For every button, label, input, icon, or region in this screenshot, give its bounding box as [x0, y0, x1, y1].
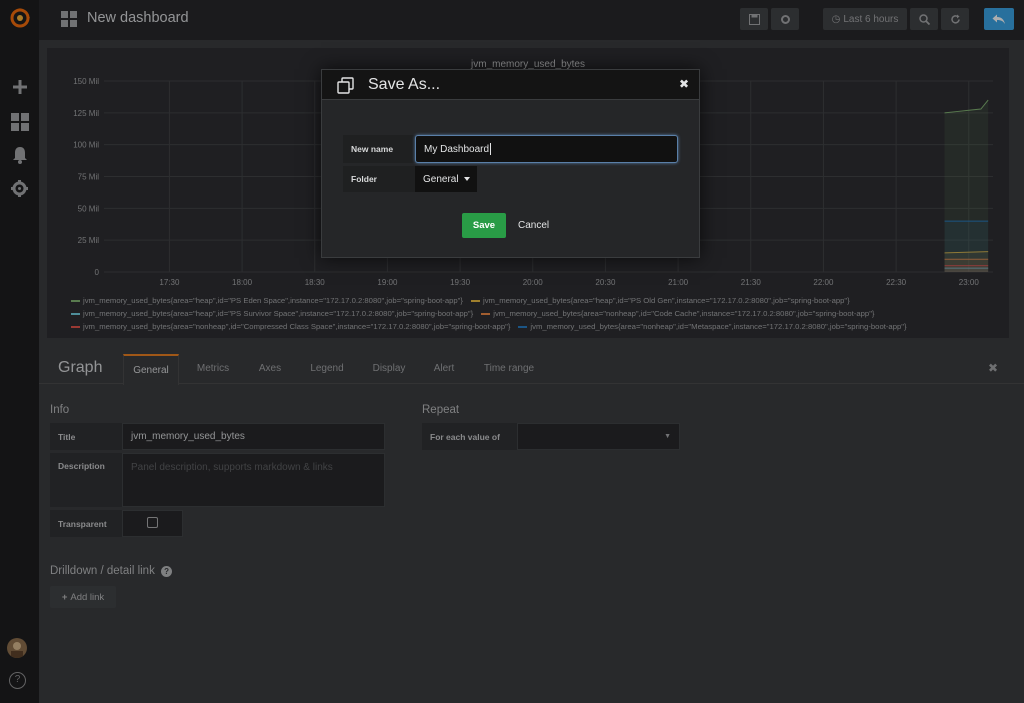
folder-value: General [423, 173, 459, 185]
folder-label: Folder [343, 166, 415, 192]
caret-down-icon [463, 177, 470, 181]
close-icon[interactable]: ✖ [679, 77, 689, 91]
new-name-input[interactable]: My Dashboard [415, 135, 678, 163]
cancel-button[interactable]: Cancel [518, 213, 549, 238]
save-button[interactable]: Save [462, 213, 506, 238]
text-caret [490, 143, 492, 155]
copy-icon [337, 77, 355, 99]
modal-header: Save As... ✖ [322, 70, 699, 100]
folder-select[interactable]: General [415, 166, 477, 192]
new-name-label: New name [343, 135, 415, 163]
modal-title: Save As... [368, 76, 441, 93]
save-as-modal: Save As... ✖ New name My Dashboard Folde… [321, 69, 700, 258]
new-name-value: My Dashboard [424, 143, 490, 155]
